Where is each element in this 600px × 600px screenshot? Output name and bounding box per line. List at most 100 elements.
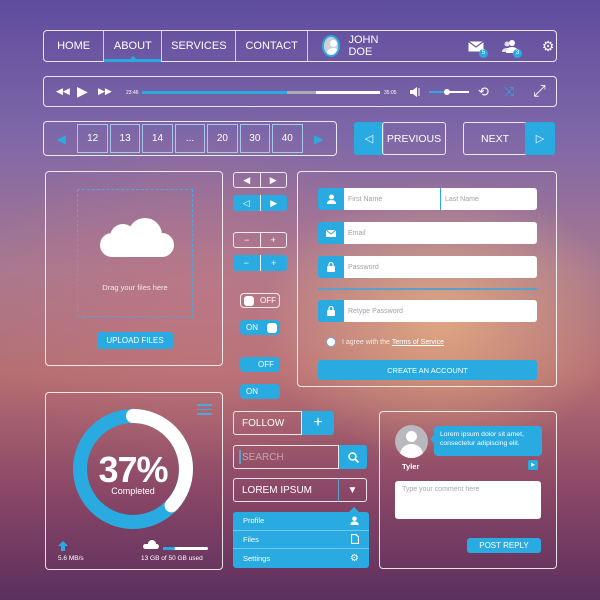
nav-item-about[interactable]: ABOUT — [104, 31, 163, 62]
search-icon — [347, 451, 359, 463]
user-name[interactable]: JOHN DOE — [348, 34, 394, 58]
toggle-off-outline[interactable]: OFF — [240, 293, 280, 308]
repeat-icon[interactable]: ⟲ — [478, 77, 489, 106]
post-reply-button[interactable]: POST REPLY — [467, 538, 541, 553]
toggle-off-filled[interactable]: OFF — [240, 357, 280, 372]
page-button[interactable]: 30 — [239, 124, 271, 153]
terms-link[interactable]: Terms of Service — [392, 339, 444, 346]
volume-knob[interactable] — [444, 89, 450, 95]
last-name-input[interactable]: Last Name — [441, 188, 537, 210]
next-label: NEXT — [463, 122, 527, 155]
arrow-right-button[interactable]: ▶ — [261, 195, 288, 211]
follow-group: FOLLOW + — [233, 411, 334, 435]
gear-icon[interactable]: ⚙ — [540, 38, 556, 54]
menu-item-label: Files — [243, 534, 259, 544]
nav-item-contact[interactable]: CONTACT — [236, 31, 309, 61]
play-icon[interactable]: ▶ — [77, 77, 88, 106]
mail-icon — [318, 222, 344, 244]
page-prev-button[interactable]: ◀ — [47, 124, 75, 153]
nav-label: HOME — [57, 40, 91, 52]
toggle-on[interactable]: ON — [240, 320, 280, 335]
mail-badge: 5 — [478, 49, 488, 58]
chevron-left-icon: ◀ — [56, 131, 66, 146]
arrow-left-button[interactable]: ◀ — [234, 173, 261, 187]
user-icon — [350, 516, 359, 526]
page-button[interactable]: 14 — [142, 124, 173, 153]
commenter-avatar — [395, 425, 428, 458]
menu-item-profile[interactable]: Profile — [233, 512, 369, 531]
page-number: ... — [185, 133, 195, 144]
storage-fill — [163, 547, 175, 550]
search-input[interactable] — [233, 445, 339, 469]
dropdown[interactable]: LOREM IPSUM ▼ — [233, 478, 367, 502]
fast-forward-icon[interactable]: ▶▶ — [98, 77, 112, 106]
page-number: 13 — [119, 133, 131, 144]
menu-item-settings[interactable]: Settings ⚙ — [233, 549, 369, 568]
next-arrow-icon: ▷ — [525, 122, 555, 155]
dropdown-value[interactable]: LOREM IPSUM — [233, 478, 339, 502]
signup-form: First Name Last Name Email Password Rety… — [297, 171, 557, 387]
search-button[interactable] — [339, 445, 367, 469]
page-number: 14 — [151, 133, 164, 144]
mail-icon[interactable]: 5 — [468, 38, 488, 58]
pagination: ◀ 12 13 14 ... 20 30 40 ▶ — [43, 121, 337, 156]
plus-button[interactable]: + — [261, 233, 287, 247]
nav-label: ABOUT — [113, 40, 152, 52]
email-input[interactable]: Email — [344, 222, 537, 244]
users-badge: 3 — [513, 49, 522, 58]
percent-value: 37% — [98, 449, 168, 490]
toggle-label: ON — [246, 387, 258, 396]
next-button[interactable]: NEXT ▷ — [463, 122, 555, 155]
cloud-icon — [100, 218, 174, 258]
users-icon[interactable]: 3 — [501, 38, 522, 58]
comment-bubble: Lorem ipsum dolor sit amet, consectetur … — [430, 426, 542, 456]
drop-zone[interactable]: Drag your files here — [77, 189, 193, 317]
page-button[interactable]: 20 — [207, 124, 238, 153]
password-input[interactable]: Password — [344, 256, 537, 278]
arrow-left-button[interactable]: ◁ — [233, 195, 261, 211]
menu-item-files[interactable]: Files — [233, 531, 369, 550]
upload-files-button[interactable]: UPLOAD FILES — [97, 332, 173, 349]
played-bar — [142, 91, 288, 94]
page-next-button[interactable]: ▶ — [305, 124, 333, 153]
nav-label: SERVICES — [171, 40, 227, 52]
page-ellipsis[interactable]: ... — [174, 124, 206, 153]
shuffle-icon[interactable]: ⤨ — [504, 77, 514, 106]
text-caret — [239, 450, 241, 464]
chevron-down-icon[interactable]: ▼ — [339, 478, 367, 502]
gear-icon: ⚙ — [350, 552, 359, 564]
agree-radio[interactable] — [326, 337, 336, 347]
seek-bar[interactable] — [142, 91, 380, 94]
total-time: 35:05 — [384, 90, 397, 96]
fullscreen-icon[interactable]: ⤢ — [533, 77, 546, 106]
retype-password-input[interactable]: Retype Password — [344, 300, 537, 322]
follow-button[interactable]: FOLLOW — [233, 411, 302, 435]
page-button[interactable]: 13 — [109, 124, 141, 153]
page-button[interactable]: 40 — [272, 124, 303, 153]
first-name-input[interactable]: First Name — [344, 188, 441, 210]
arrow-right-button[interactable]: ▶ — [261, 173, 287, 187]
transfer-speed: 5.6 MB/s — [58, 555, 84, 562]
previous-button[interactable]: ◁ PREVIOUS — [354, 122, 446, 155]
toggle-on-filled[interactable]: ON — [240, 384, 280, 399]
storage-bar — [163, 547, 208, 550]
nav-item-services[interactable]: SERVICES — [162, 31, 237, 61]
create-account-button[interactable]: CREATE AN ACCOUNT — [318, 360, 537, 380]
rewind-icon[interactable]: ◀◀ — [56, 77, 70, 106]
volume-icon[interactable] — [410, 77, 421, 106]
user-avatar[interactable] — [322, 35, 341, 57]
volume-slider[interactable] — [429, 89, 469, 95]
nav-item-home[interactable]: HOME — [44, 31, 105, 61]
menu-icon[interactable] — [197, 404, 212, 418]
menu-item-label: Profile — [243, 516, 265, 526]
minus-button[interactable]: − — [233, 255, 261, 271]
minus-button[interactable]: − — [234, 233, 261, 247]
comment-input[interactable] — [395, 481, 541, 519]
page-number: 30 — [249, 133, 261, 144]
terms-agreement: I agree with the Terms of Service — [326, 337, 444, 347]
plus-button[interactable]: + — [261, 255, 288, 271]
follow-plus-button[interactable]: + — [302, 411, 334, 435]
play-icon[interactable]: ▶ — [528, 460, 538, 470]
page-button[interactable]: 12 — [77, 124, 108, 153]
upload-panel: Drag your files here UPLOAD FILES — [45, 171, 223, 366]
